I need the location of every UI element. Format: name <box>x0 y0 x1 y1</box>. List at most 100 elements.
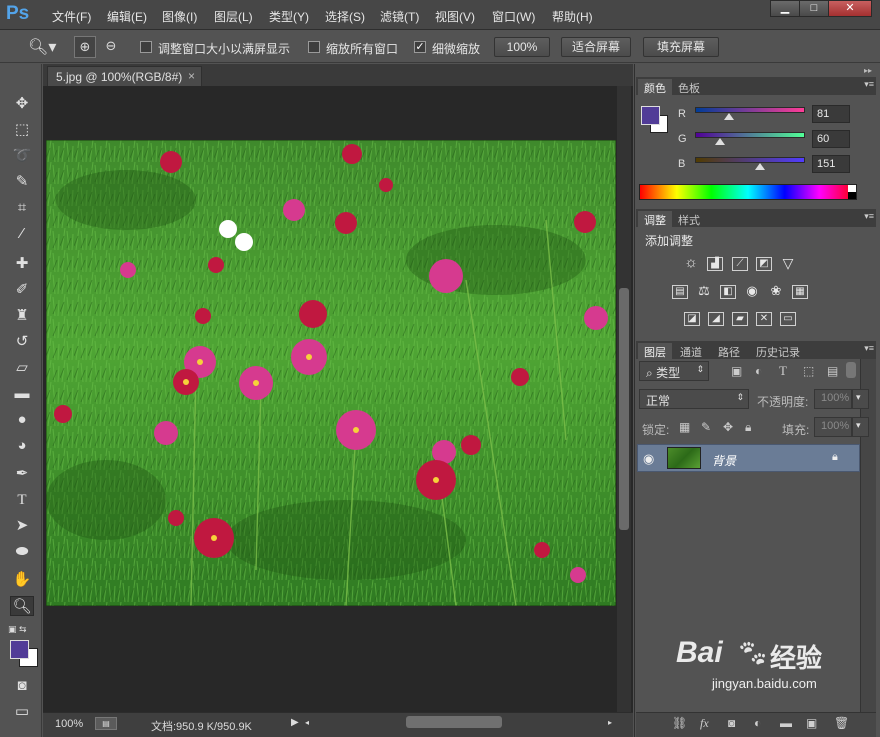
document-image[interactable] <box>46 140 616 606</box>
menu-help[interactable]: 帮助(H) <box>552 8 593 25</box>
crop-tool-icon[interactable]: ⌗ <box>10 198 34 218</box>
layer-kind-filter[interactable]: ⌕ 类型 ⇕ <box>639 361 709 381</box>
zoom-in-icon[interactable]: ⊕ <box>74 36 96 58</box>
menu-window[interactable]: 窗口(W) <box>492 8 535 25</box>
gradient-map-icon[interactable]: ▭ <box>780 312 796 326</box>
eyedropper-tool-icon[interactable]: ⁄ <box>10 224 34 244</box>
g-slider-thumb[interactable] <box>715 138 725 145</box>
layer-thumbnail[interactable] <box>667 447 701 469</box>
clone-stamp-tool-icon[interactable]: ♜ <box>10 306 34 326</box>
dodge-tool-icon[interactable]: ◕ <box>10 436 34 456</box>
b-slider-thumb[interactable] <box>755 163 765 170</box>
history-brush-tool-icon[interactable]: ↺ <box>10 332 34 352</box>
horizontal-scroll-thumb[interactable] <box>406 716 502 728</box>
menu-select[interactable]: 选择(S) <box>325 8 365 25</box>
opacity-dropdown-icon[interactable]: ▾ <box>852 389 869 409</box>
close-button[interactable]: ✕ <box>828 0 872 17</box>
menu-layer[interactable]: 图层(L) <box>214 8 253 25</box>
eye-visibility-icon[interactable]: ◉ <box>643 451 654 467</box>
path-selection-tool-icon[interactable]: ➤ <box>10 516 34 536</box>
opacity-input[interactable]: 100% <box>814 389 852 409</box>
lock-transparent-icon[interactable]: ▦ <box>679 420 690 434</box>
fill-screen-button[interactable]: 填充屏幕 <box>643 37 719 57</box>
layers-panel-menu-icon[interactable]: ▾≡ <box>864 343 874 354</box>
move-tool-icon[interactable]: ✥ <box>10 94 34 114</box>
channel-mixer-icon[interactable]: ❀ <box>768 284 784 299</box>
vibrance-icon[interactable]: ▽ <box>780 256 796 271</box>
filter-toggle[interactable] <box>846 362 856 378</box>
tab-layers[interactable]: 图层 <box>638 343 672 361</box>
lock-image-icon[interactable]: ✎ <box>701 420 711 434</box>
layer-style-fx-icon[interactable]: fx <box>700 716 709 731</box>
menu-file[interactable]: 文件(F) <box>52 8 91 25</box>
minimize-button[interactable]: ▁ <box>770 0 800 17</box>
panel-menu-icon[interactable]: ▾≡ <box>864 79 874 90</box>
fill-input[interactable]: 100% <box>814 417 852 437</box>
foreground-color-swatch[interactable] <box>10 640 29 659</box>
b-value[interactable]: 151 <box>812 155 850 173</box>
collapse-panels-icon[interactable]: ▸▸ <box>636 66 876 76</box>
filter-smart-object-icon[interactable]: ▤ <box>827 364 838 378</box>
menu-edit[interactable]: 编辑(E) <box>107 8 147 25</box>
filter-type-icon[interactable]: T <box>779 363 787 379</box>
zoom-out-icon[interactable]: ⊖ <box>100 36 122 58</box>
new-layer-icon[interactable]: ▣ <box>806 716 817 730</box>
document-tab[interactable]: 5.jpg @ 100%(RGB/8#) × <box>47 66 202 86</box>
pen-tool-icon[interactable]: ✒ <box>10 464 34 484</box>
filter-adjustment-icon[interactable]: ◐ <box>755 364 762 378</box>
screen-mode-icon[interactable]: ▭ <box>10 702 34 722</box>
fill-dropdown-icon[interactable]: ▾ <box>852 417 869 437</box>
r-slider[interactable] <box>695 107 805 113</box>
selective-color-icon[interactable]: ✕ <box>756 312 772 326</box>
menu-type[interactable]: 类型(Y) <box>269 8 309 25</box>
filter-pixel-icon[interactable]: ▣ <box>731 364 742 378</box>
r-slider-thumb[interactable] <box>724 113 734 120</box>
marquee-tool-icon[interactable]: ⬚ <box>10 120 34 140</box>
menu-filter[interactable]: 滤镜(T) <box>380 8 419 25</box>
status-preview-icon[interactable]: ▤ <box>95 717 117 730</box>
filter-shape-icon[interactable]: ⬚ <box>803 364 814 378</box>
layer-name[interactable]: 背景 <box>712 452 736 469</box>
hand-tool-icon[interactable]: ✋ <box>10 570 34 590</box>
tab-styles[interactable]: 样式 <box>672 211 706 229</box>
lock-position-icon[interactable]: ✥ <box>723 420 733 434</box>
b-slider[interactable] <box>695 157 805 163</box>
lock-all-icon[interactable]: 🔒︎ <box>745 420 751 435</box>
tab-channels[interactable]: 通道 <box>674 343 708 361</box>
tab-history[interactable]: 历史记录 <box>750 343 806 361</box>
add-mask-icon[interactable]: ◙ <box>728 716 735 730</box>
fg-color-swatch[interactable] <box>641 106 660 125</box>
ellipse-tool-icon[interactable]: ⬬ <box>10 542 34 562</box>
menu-image[interactable]: 图像(I) <box>162 8 197 25</box>
close-tab-icon[interactable]: × <box>188 69 195 83</box>
quick-mask-icon[interactable]: ◙ <box>10 676 34 696</box>
photo-filter-icon[interactable]: ◉ <box>744 284 760 299</box>
fit-screen-button[interactable]: 适合屏幕 <box>561 37 631 57</box>
spectrum-black-swatch[interactable] <box>848 192 856 199</box>
zoom-level[interactable]: 100% <box>55 718 83 730</box>
g-value[interactable]: 60 <box>812 130 850 148</box>
tab-swatches[interactable]: 色板 <box>672 79 706 97</box>
levels-icon[interactable]: ▟ <box>707 257 723 271</box>
blur-tool-icon[interactable]: ● <box>10 410 34 430</box>
delete-layer-icon[interactable]: 🗑︎ <box>834 716 849 730</box>
default-colors-icon[interactable]: ▣ ⇆ <box>8 624 27 635</box>
status-menu-arrow-icon[interactable]: ▶ <box>291 717 299 728</box>
healing-brush-tool-icon[interactable]: ✚ <box>10 254 34 274</box>
spectrum-white-swatch[interactable] <box>848 185 856 192</box>
type-tool-icon[interactable]: T <box>10 490 34 510</box>
color-balance-icon[interactable]: ⚖ <box>696 284 712 299</box>
tab-adjustments[interactable]: 调整 <box>638 211 672 229</box>
hue-saturation-icon[interactable]: ▤ <box>672 285 688 299</box>
scroll-right-icon[interactable]: ▸ <box>608 718 612 727</box>
adjust-panel-menu-icon[interactable]: ▾≡ <box>864 211 874 222</box>
blend-mode-select[interactable]: 正常 ⇕ <box>639 389 749 409</box>
posterize-icon[interactable]: ◢ <box>708 312 724 326</box>
tab-color[interactable]: 颜色 <box>638 79 672 97</box>
black-white-icon[interactable]: ◧ <box>720 285 736 299</box>
zoom-tool-icon[interactable]: 🔍︎ <box>10 596 34 616</box>
color-spectrum-bar[interactable] <box>639 184 857 200</box>
maximize-button[interactable]: □ <box>799 0 829 17</box>
resize-windows-checkbox[interactable] <box>140 41 152 53</box>
color-lookup-icon[interactable]: ▦ <box>792 285 808 299</box>
